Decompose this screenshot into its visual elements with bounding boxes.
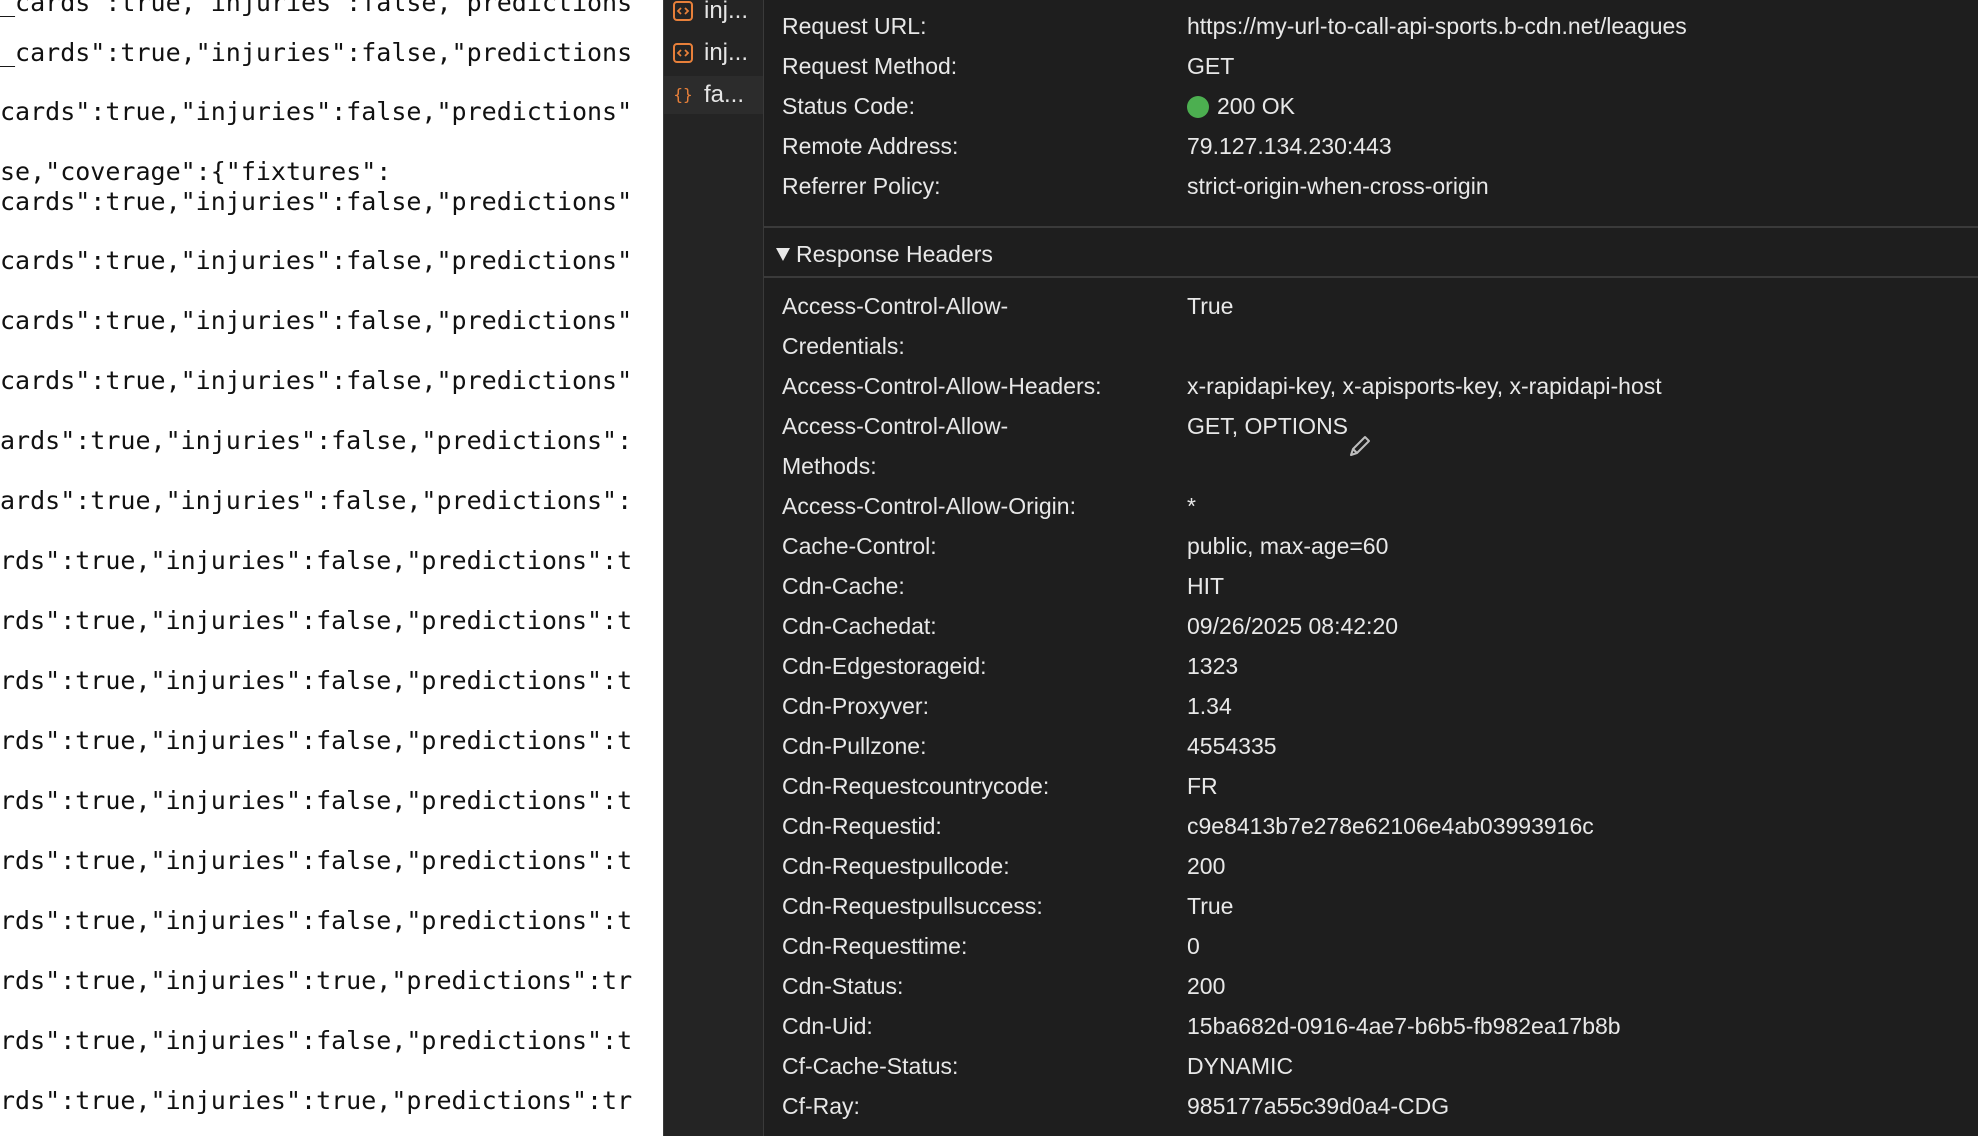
json-text-line: cards":true,"injuries":false,"prediction… <box>0 246 633 275</box>
json-braces-icon: {} <box>673 85 692 104</box>
json-text-line: cards":true,"injuries":false,"prediction… <box>0 97 633 126</box>
document-code-icon <box>673 43 693 63</box>
header-value[interactable]: 985177a55c39d0a4-CDG <box>1187 1086 1967 1126</box>
header-value[interactable]: c9e8413b7e278e62106e4ab03993916c <box>1187 806 1967 846</box>
header-name: Cdn-Requestpullcode: <box>782 853 1010 879</box>
disclosure-triangle-icon <box>776 247 790 261</box>
header-value[interactable]: GET, OPTIONS <box>1187 406 1967 446</box>
header-name: Cdn-Requestcountrycode: <box>782 773 1050 799</box>
header-name: Access-Control-Allow-Headers: <box>782 373 1102 399</box>
json-text-line: cards":true,"injuries":false,"prediction… <box>0 187 633 216</box>
header-value[interactable]: 15ba682d-0916-4ae7-b6b5-fb982ea17b8b <box>1187 1006 1967 1046</box>
header-name: Cdn-Requestid: <box>782 813 942 839</box>
header-value-text: 79.127.134.230:443 <box>1187 133 1392 159</box>
header-value[interactable]: strict-origin-when-cross-origin <box>1187 166 1967 206</box>
json-text-line: rds":true,"injuries":false,"predictions"… <box>0 906 633 935</box>
json-text-line: rds":true,"injuries":false,"predictions"… <box>0 726 633 755</box>
header-value-text: https://my-url-to-call-api-sports.b-cdn.… <box>1187 13 1687 39</box>
json-text-line: cards":true,"injuries":false,"prediction… <box>0 306 633 335</box>
header-value[interactable]: 200 <box>1187 966 1967 1006</box>
json-text-line: rds":true,"injuries":false,"predictions"… <box>0 606 633 635</box>
header-name: Cdn-Requesttime: <box>782 933 968 959</box>
header-value-text: 200 OK <box>1217 93 1295 119</box>
json-text-line: ards":true,"injuries":false,"predictions… <box>0 486 633 515</box>
json-text-line: rds":true,"injuries":true,"predictions":… <box>0 966 633 995</box>
header-value[interactable]: 1.34 <box>1187 686 1967 726</box>
json-text-line: se,"coverage":{"fixtures": <box>0 157 392 186</box>
header-value[interactable]: https://my-url-to-call-api-sports.b-cdn.… <box>1187 6 1967 46</box>
json-text-line: cards":true,"injuries":false,"prediction… <box>0 366 633 395</box>
header-value[interactable]: 09/26/2025 08:42:20 <box>1187 606 1967 646</box>
header-name: Cf-Cache-Status: <box>782 1053 959 1079</box>
header-value[interactable]: 1323 <box>1187 646 1967 686</box>
json-text-line: rds":true,"injuries":false,"predictions"… <box>0 546 633 575</box>
header-name: Cache-Control: <box>782 533 937 559</box>
header-value[interactable]: 0 <box>1187 926 1967 966</box>
section-divider <box>764 226 1978 228</box>
header-value[interactable]: public, max-age=60 <box>1187 526 1967 566</box>
header-value[interactable]: HIT <box>1187 566 1967 606</box>
header-name: Access-Control-Allow- Methods: <box>782 413 1009 479</box>
header-name: Cdn-Requestpullsuccess: <box>782 893 1043 919</box>
header-name: Cf-Ray: <box>782 1093 860 1119</box>
header-value[interactable]: 4554335 <box>1187 726 1967 766</box>
request-list-item[interactable]: {} fa... <box>664 76 763 114</box>
header-value-text: strict-origin-when-cross-origin <box>1187 173 1489 199</box>
header-value[interactable]: 200 <box>1187 846 1967 886</box>
request-list-item[interactable]: inj... <box>672 0 762 30</box>
header-name: Cdn-Status: <box>782 973 904 999</box>
response-headers-title: Response Headers <box>796 240 993 267</box>
request-name: inj... <box>704 0 749 24</box>
request-list-item[interactable]: inj... <box>672 34 762 72</box>
json-text-line: rds":true,"injuries":false,"predictions"… <box>0 1026 633 1055</box>
header-name: Status Code: <box>782 93 915 119</box>
header-name: Cdn-Cachedat: <box>782 613 937 639</box>
header-name: Access-Control-Allow-Origin: <box>782 493 1076 519</box>
header-name: Cdn-Proxyver: <box>782 693 929 719</box>
header-name: Request Method: <box>782 53 958 79</box>
header-value[interactable]: DYNAMIC <box>1187 1046 1967 1086</box>
header-value-text: GET <box>1187 53 1235 79</box>
header-value[interactable]: 79.127.134.230:443 <box>1187 126 1967 166</box>
header-name: Cdn-Cache: <box>782 573 905 599</box>
json-text-line: rds":true,"injuries":false,"predictions"… <box>0 786 633 815</box>
header-value[interactable]: True <box>1187 286 1967 326</box>
header-name: Cdn-Pullzone: <box>782 733 927 759</box>
header-name: Cdn-Uid: <box>782 1013 873 1039</box>
header-name: Access-Control-Allow- Credentials: <box>782 293 1009 359</box>
request-name: fa... <box>704 81 745 108</box>
document-code-icon <box>673 1 693 21</box>
request-name: inj... <box>704 39 749 66</box>
json-text-line: rds":true,"injuries":false,"predictions"… <box>0 666 633 695</box>
header-name: Request URL: <box>782 13 927 39</box>
response-headers-toggle[interactable]: Response Headers <box>776 236 993 272</box>
header-value[interactable]: True <box>1187 886 1967 926</box>
json-text-line: ards":true,"injuries":false,"predictions… <box>0 426 633 455</box>
json-text-line: _cards":true,"injuries":false,"predictio… <box>0 38 633 67</box>
json-preview-pane[interactable]: _cards":true,"injuries":false,"predictio… <box>0 0 663 1136</box>
header-value[interactable]: GET <box>1187 46 1967 86</box>
request-list: inj... inj... {} fa... <box>663 0 764 1136</box>
status-dot-icon <box>1187 96 1209 118</box>
edit-pencil-icon[interactable] <box>1345 431 1375 461</box>
section-divider <box>764 276 1978 278</box>
header-value[interactable]: x-rapidapi-key, x-apisports-key, x-rapid… <box>1187 366 1967 406</box>
header-name: Remote Address: <box>782 133 959 159</box>
header-value[interactable]: * <box>1187 486 1967 526</box>
json-text-line: rds":true,"injuries":false,"predictions"… <box>0 846 633 875</box>
svg-text:{}: {} <box>673 85 692 104</box>
header-value[interactable]: FR <box>1187 766 1967 806</box>
header-name: Referrer Policy: <box>782 173 941 199</box>
headers-panel: Request URL: https://my-url-to-call-api-s… <box>764 0 1978 1136</box>
header-name: Cdn-Edgestorageid: <box>782 653 987 679</box>
header-value[interactable]: 200 OK <box>1187 86 1967 126</box>
json-text-line: _cards":true,"injuries":false,"predictio… <box>0 0 633 17</box>
json-text-line: rds":true,"injuries":true,"predictions":… <box>0 1086 633 1115</box>
